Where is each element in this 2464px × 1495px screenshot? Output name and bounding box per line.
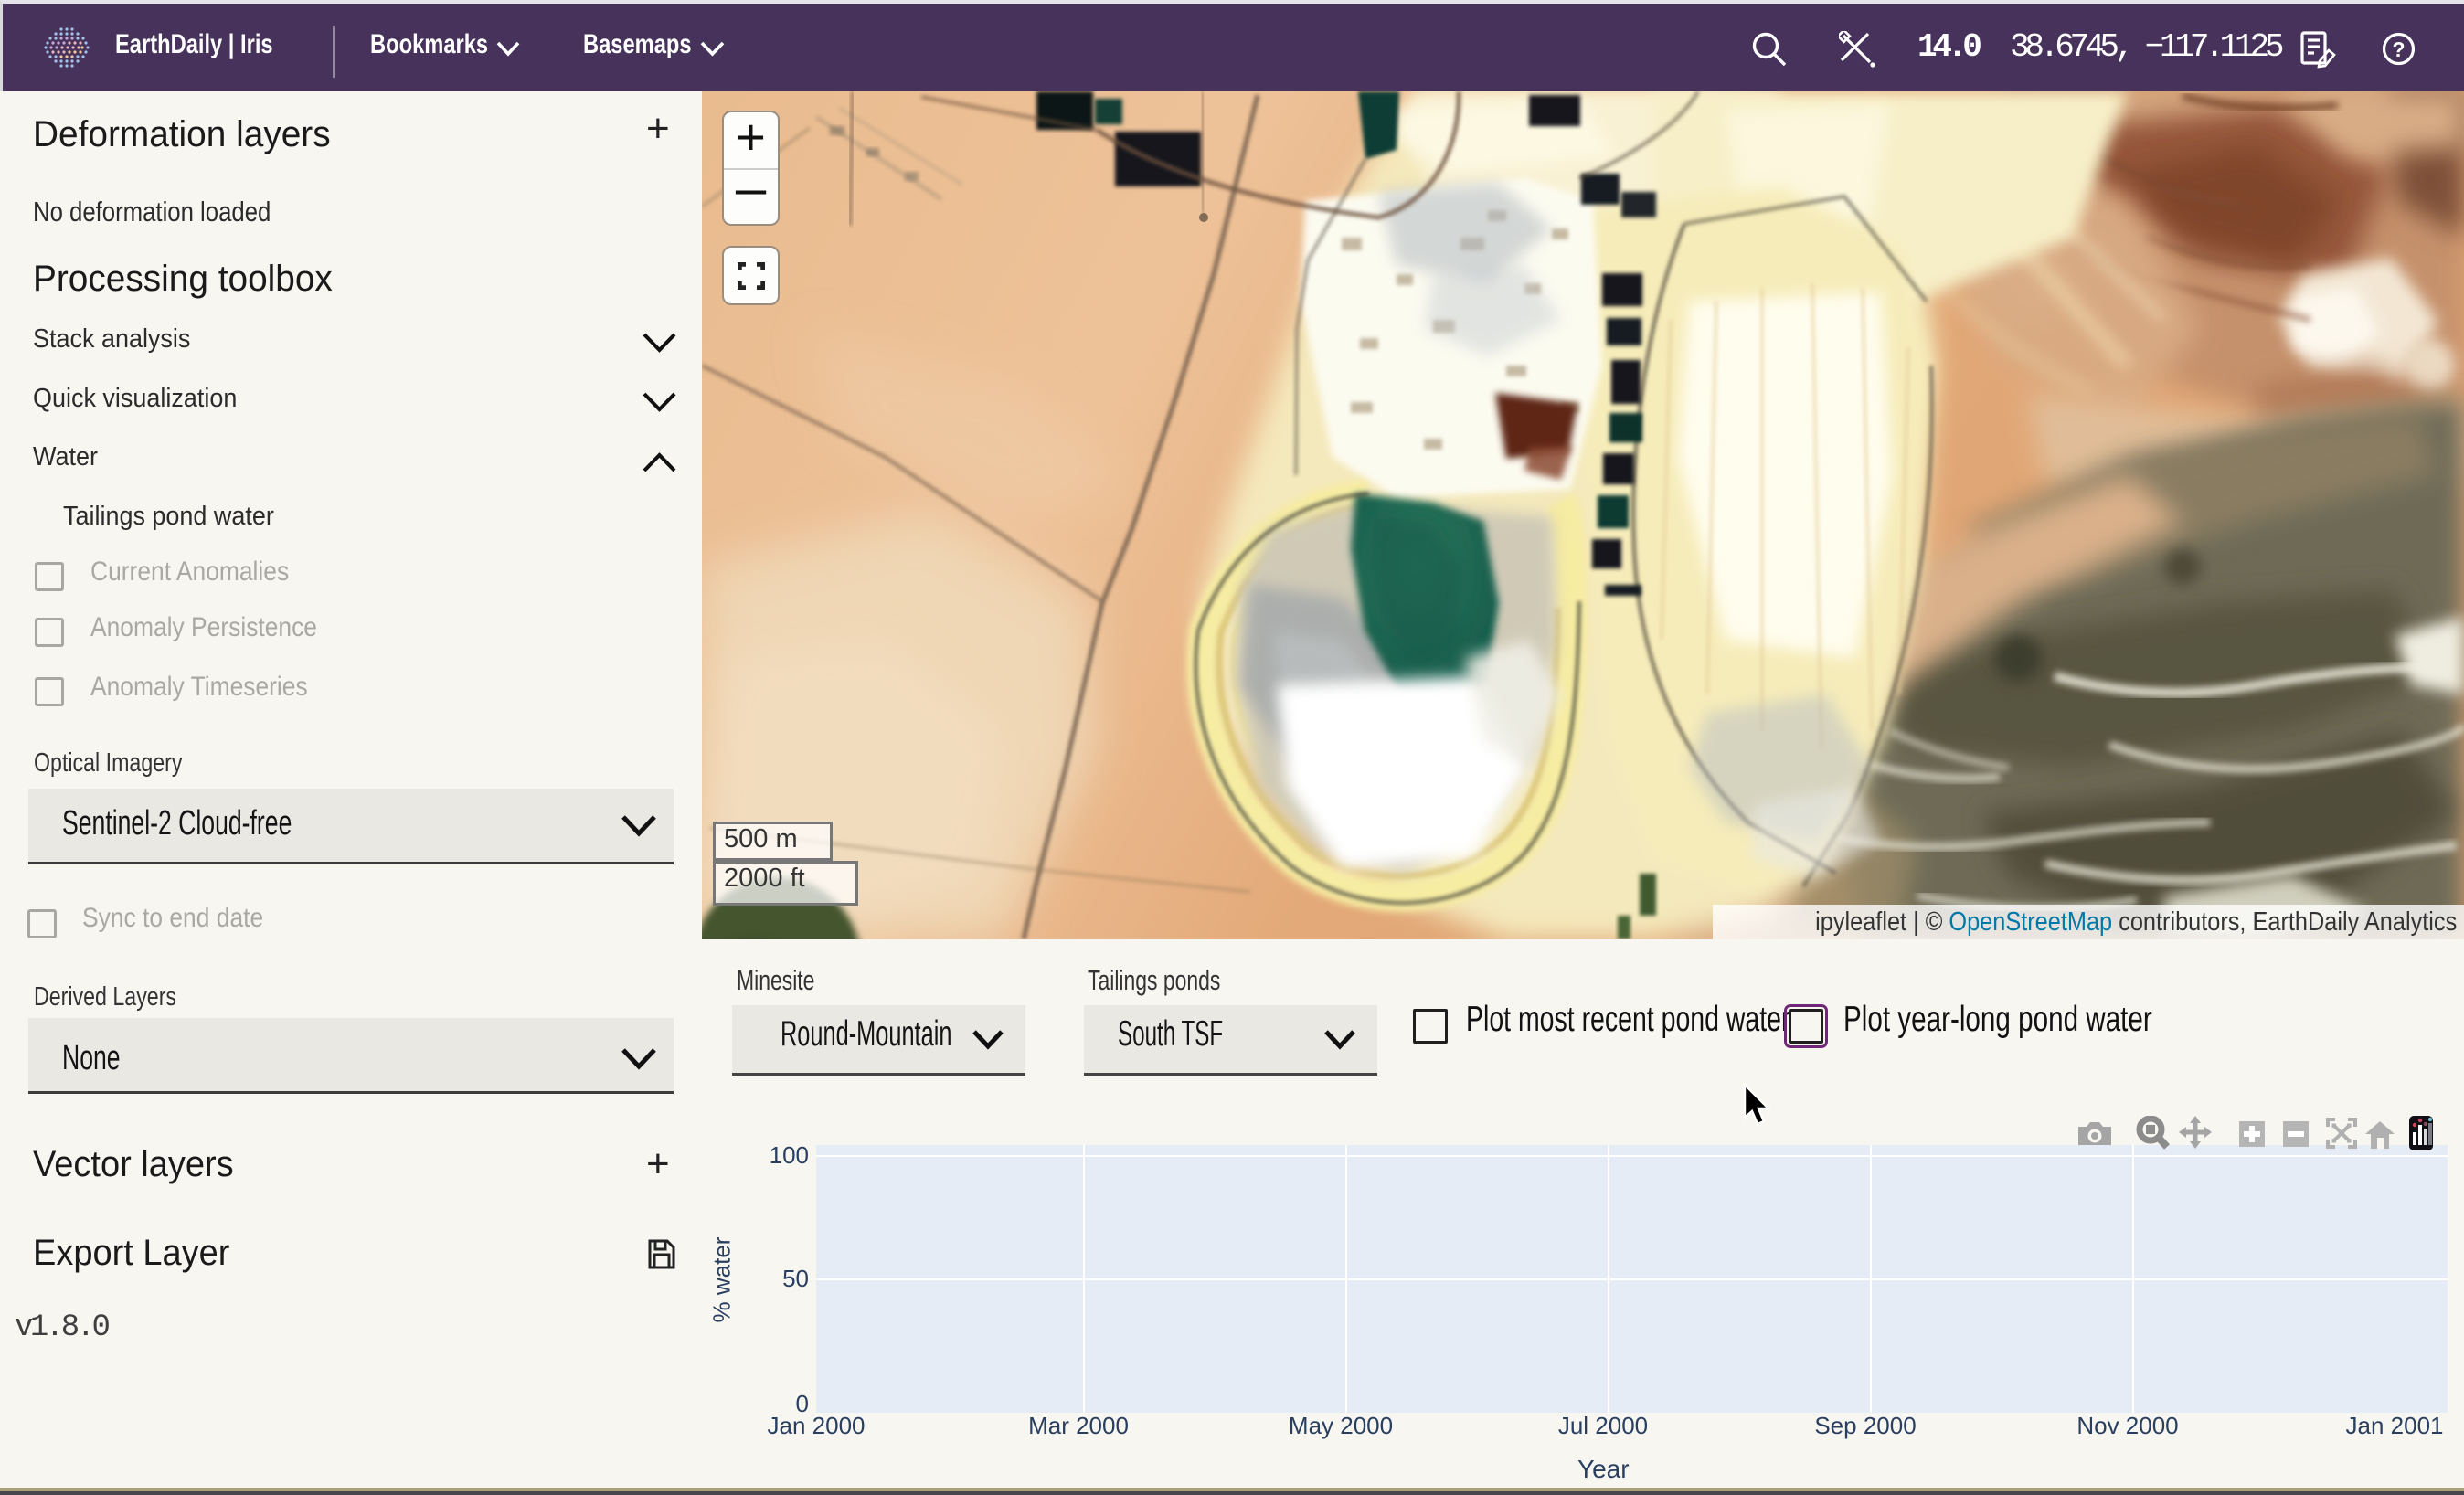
svg-text:?: ?: [2392, 37, 2405, 61]
